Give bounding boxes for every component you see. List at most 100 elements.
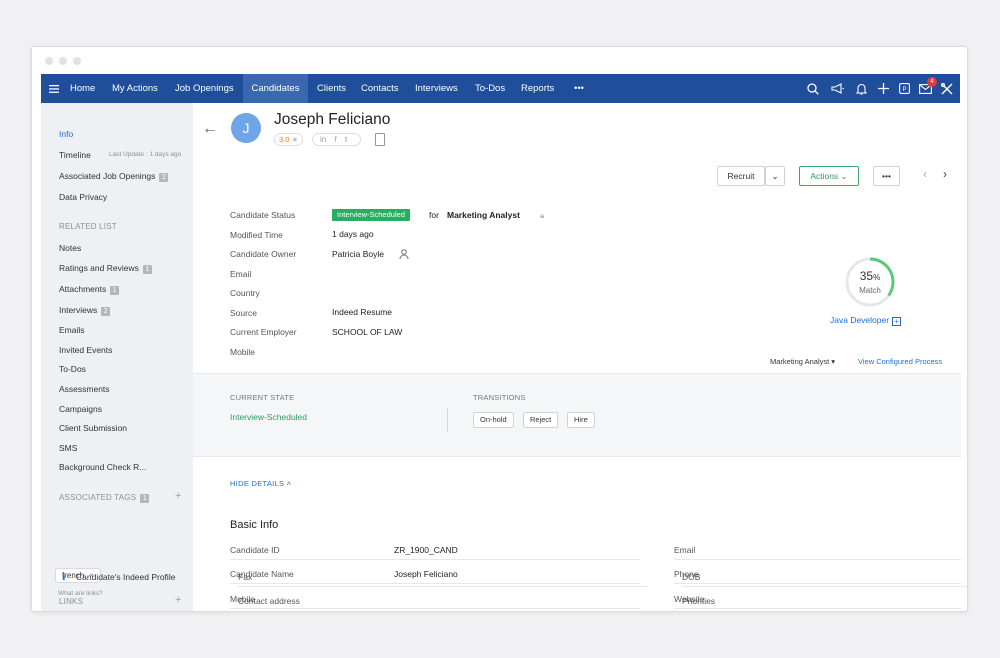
related-label: Interviews [59, 305, 98, 315]
twitter-icon[interactable]: t [345, 135, 347, 144]
back-arrow-icon[interactable]: ← [202, 120, 218, 138]
user-icon[interactable] [399, 249, 409, 261]
search-icon[interactable] [803, 74, 823, 103]
transition-onhold-button[interactable]: On-hold [473, 412, 514, 428]
hide-details-toggle[interactable]: HIDE DETAILS ˄ [230, 479, 291, 488]
remove-tag-icon[interactable]: × [89, 571, 94, 580]
window-dot-close[interactable] [45, 57, 53, 65]
sidebar-item-todos[interactable]: To-Dos [59, 364, 86, 374]
blueprint-state-panel: CURRENT STATE Interview-Scheduled TRANSI… [193, 373, 961, 457]
window-titlebar [32, 47, 967, 73]
section-title-basic-info: Basic Info [230, 519, 279, 531]
hamburger-menu-icon[interactable] [44, 74, 64, 103]
related-count: 1 [142, 265, 152, 274]
tags-heading-label: ASSOCIATED TAGS [59, 493, 137, 502]
linkedin-icon[interactable]: in [320, 135, 326, 144]
related-label: Emails [59, 325, 85, 335]
sidebar-item-associated-jobs[interactable]: Associated Job Openings 2 [59, 171, 169, 182]
nav-more[interactable]: ••• [567, 74, 591, 103]
field-label-status: Candidate Status [230, 210, 296, 220]
facebook-icon[interactable]: f [334, 135, 336, 144]
related-label: Client Submission [59, 423, 128, 433]
field-label-source: Source [230, 308, 257, 318]
row-divider [674, 608, 961, 609]
add-link-icon[interactable]: + [175, 594, 181, 606]
megaphone-icon[interactable] [827, 74, 847, 103]
rating-badge[interactable]: 3.0 ★ [274, 133, 304, 146]
record-sidebar: Info Timeline Last Update : 1 days ago A… [41, 103, 193, 611]
field-label-country: Country [230, 288, 260, 298]
related-label: Ratings and Reviews [59, 263, 139, 273]
status-badge[interactable]: Interview-Scheduled [332, 209, 410, 221]
nav-clients[interactable]: Clients [310, 74, 353, 103]
sidebar-item-data-privacy[interactable]: Data Privacy [59, 192, 107, 202]
add-tag-icon[interactable]: + [175, 490, 181, 502]
previous-record-icon[interactable]: ‹ [923, 167, 927, 181]
view-configured-process-link[interactable]: View Configured Process [858, 357, 942, 366]
row-divider [674, 559, 961, 560]
window-dot-maximize[interactable] [73, 57, 81, 65]
current-state-value: Interview-Scheduled [230, 412, 308, 422]
status-for-text: for [429, 210, 439, 220]
mail-icon[interactable]: 4 [915, 74, 937, 103]
nav-todos[interactable]: To-Dos [468, 74, 512, 103]
field-label-email: Email [230, 269, 252, 279]
resume-document-icon[interactable] [375, 133, 385, 146]
source-value: Indeed Resume [332, 307, 393, 317]
row-divider [230, 608, 640, 609]
nav-candidates[interactable]: Candidates [243, 74, 308, 103]
related-list-heading: RELATED LIST [59, 222, 117, 231]
bell-icon[interactable] [851, 74, 871, 103]
add-job-icon[interactable]: + [892, 317, 902, 326]
sidebar-item-emails[interactable]: Emails [59, 325, 85, 335]
add-icon[interactable] [873, 74, 893, 103]
top-navbar: Home My Actions Job Openings Candidates … [41, 74, 960, 103]
sidebar-item-background-check[interactable]: Background Check R... [59, 462, 146, 472]
social-links: in f t [312, 133, 362, 146]
tag-chip[interactable]: french × [55, 568, 101, 583]
sidebar-item-info[interactable]: Info [59, 129, 73, 139]
recruit-dropdown-button[interactable]: ⌄ [765, 166, 785, 186]
next-record-icon[interactable]: › [943, 167, 947, 181]
nav-my-actions[interactable]: My Actions [105, 74, 165, 103]
process-select[interactable]: Marketing Analyst ▾ [770, 357, 835, 366]
sidebar-item-client-submission[interactable]: Client Submission [59, 423, 127, 433]
window-dot-minimize[interactable] [59, 57, 67, 65]
related-label: Campaigns [59, 404, 102, 414]
sidebar-item-notes[interactable]: Notes [59, 243, 81, 253]
nav-job-openings[interactable]: Job Openings [168, 74, 241, 103]
more-options-button[interactable]: ••• [873, 166, 900, 186]
sidebar-item-invited-events[interactable]: Invited Events [59, 345, 112, 355]
nav-contacts[interactable]: Contacts [354, 74, 406, 103]
rating-value: 3.0 [279, 135, 290, 144]
nav-reports[interactable]: Reports [514, 74, 561, 103]
row-divider [230, 583, 640, 584]
matched-job-link[interactable]: Java Developer + [830, 315, 902, 326]
sidebar-item-timeline[interactable]: Timeline [59, 150, 91, 160]
sidebar-item-assessments[interactable]: Assessments [59, 384, 110, 394]
avatar[interactable]: J [231, 113, 261, 143]
tools-icon[interactable] [937, 74, 957, 103]
related-label: Assessments [59, 384, 110, 394]
related-label: Background Check R... [59, 462, 147, 472]
related-label: Attachments [59, 284, 107, 294]
nav-home[interactable]: Home [63, 74, 102, 103]
matched-job-label: Java Developer [830, 315, 890, 325]
transition-reject-button[interactable]: Reject [523, 412, 559, 428]
field-label-employer: Current Employer [230, 327, 297, 337]
sidebar-item-attachments[interactable]: Attachments 1 [59, 284, 120, 295]
nav-interviews[interactable]: Interviews [408, 74, 465, 103]
sidebar-item-interviews[interactable]: Interviews 2 [59, 305, 111, 316]
sidebar-item-ratings[interactable]: Ratings and Reviews 1 [59, 263, 152, 274]
tags-count: 1 [140, 494, 150, 503]
sidebar-item-sms[interactable]: SMS [59, 443, 77, 453]
owner-value: Patricia Boyle [332, 249, 384, 259]
recruit-button[interactable]: Recruit [717, 166, 765, 186]
field-label-mobile: Mobile [230, 347, 256, 357]
sidebar-item-campaigns[interactable]: Campaigns [59, 404, 102, 414]
info-label-mobile: Mobile [230, 594, 256, 604]
related-label: SMS [59, 443, 78, 453]
actions-button[interactable]: Actions ⌄ [799, 166, 859, 186]
zia-icon[interactable]: P [894, 74, 914, 103]
transition-hire-button[interactable]: Hire [567, 412, 595, 428]
